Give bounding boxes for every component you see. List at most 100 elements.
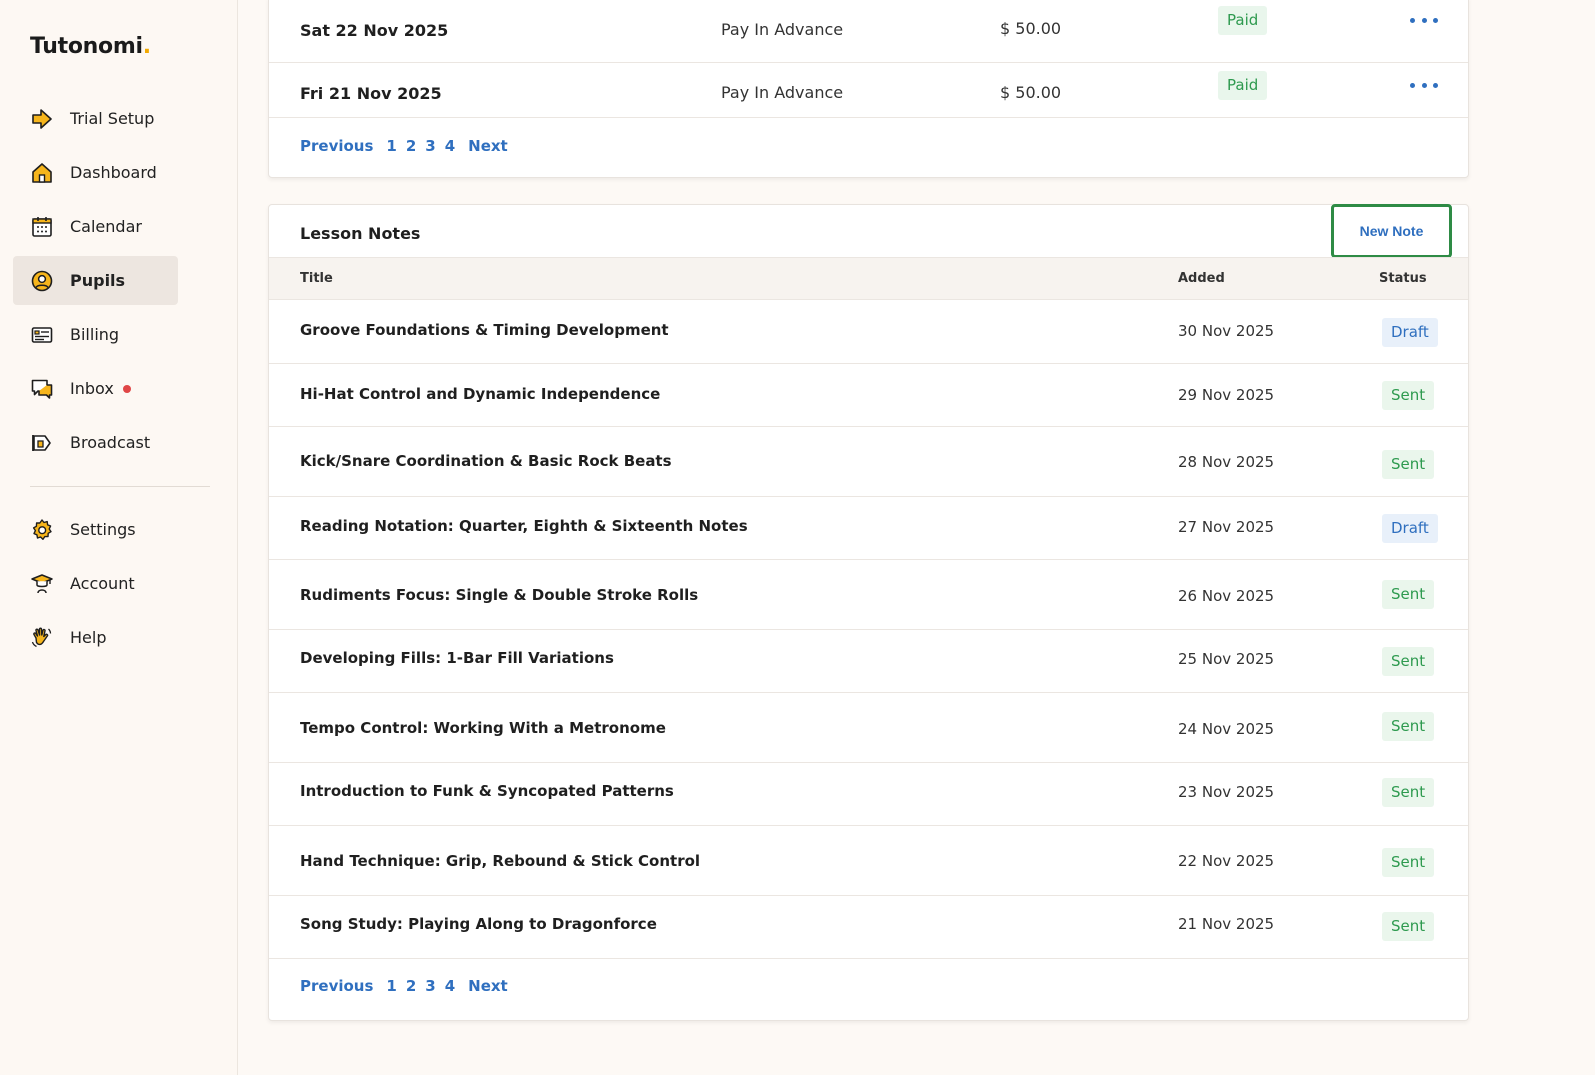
sidebar-item-label-wrap: Inbox — [70, 379, 131, 398]
note-title[interactable]: Hand Technique: Grip, Rebound & Stick Co… — [300, 852, 700, 870]
pagination-page[interactable]: 4 — [445, 137, 455, 155]
sidebar-item-label: Calendar — [70, 217, 142, 236]
note-title[interactable]: Groove Foundations & Timing Development — [300, 321, 669, 339]
dot-icon — [1410, 17, 1415, 23]
payment-type: Pay In Advance — [721, 83, 844, 102]
column-header-added[interactable]: Added — [1178, 271, 1225, 286]
note-date: 24 Nov 2025 — [1178, 720, 1275, 738]
table-row[interactable]: Developing Fills: 1-Bar Fill Variations … — [269, 630, 1468, 693]
sidebar-item-account[interactable]: Account — [13, 559, 178, 608]
home-icon — [30, 161, 54, 185]
more-options-button[interactable] — [1410, 75, 1438, 95]
note-date: 23 Nov 2025 — [1178, 783, 1275, 801]
unread-indicator-dot — [122, 384, 131, 393]
sidebar-item-label: Trial Setup — [70, 109, 155, 128]
column-header-status[interactable]: Status — [1379, 271, 1427, 286]
table-row: Fri 21 Nov 2025 Pay In Advance $ 50.00 P… — [269, 54, 1468, 118]
status-badge: Sent — [1382, 381, 1435, 410]
pagination-page[interactable]: 1 — [386, 977, 396, 995]
pagination-next[interactable]: Next — [468, 137, 508, 155]
table-row[interactable]: Groove Foundations & Timing Development … — [269, 300, 1468, 364]
status-badge: Sent — [1382, 712, 1435, 741]
table-row[interactable]: Rudiments Focus: Single & Double Stroke … — [269, 560, 1468, 630]
column-header-title[interactable]: Title — [300, 271, 333, 286]
table-row[interactable]: Song Study: Playing Along to Dragonforce… — [269, 896, 1468, 959]
payment-amount: $ 50.00 — [1000, 19, 1062, 38]
note-title[interactable]: Rudiments Focus: Single & Double Stroke … — [300, 586, 698, 604]
payments-pagination: Previous 1 2 3 4 Next — [300, 137, 508, 155]
new-note-button[interactable]: New Note — [1331, 204, 1452, 258]
hand-wave-icon — [30, 626, 54, 650]
sidebar-item-billing[interactable]: Billing — [13, 310, 178, 359]
table-row[interactable]: Introduction to Funk & Syncopated Patter… — [269, 763, 1468, 826]
table-row[interactable]: Tempo Control: Working With a Metronome … — [269, 693, 1468, 763]
sidebar-item-label: Broadcast — [70, 433, 151, 452]
note-date: 29 Nov 2025 — [1178, 386, 1275, 404]
sidebar-item-label: Settings — [70, 520, 136, 539]
pagination-page[interactable]: 2 — [406, 977, 416, 995]
dot-icon — [1410, 82, 1415, 88]
payment-date: Fri 21 Nov 2025 — [300, 84, 442, 103]
more-options-button[interactable] — [1410, 10, 1438, 30]
note-title[interactable]: Song Study: Playing Along to Dragonforce — [300, 915, 657, 933]
gear-icon — [30, 518, 54, 542]
app-logo[interactable]: Tutonomi. — [30, 34, 151, 59]
arrow-right-icon — [30, 107, 54, 131]
note-date: 28 Nov 2025 — [1178, 453, 1275, 471]
status-badge: Sent — [1382, 848, 1435, 877]
table-row[interactable]: Kick/Snare Coordination & Basic Rock Bea… — [269, 427, 1468, 497]
sidebar-item-inbox[interactable]: Inbox — [13, 364, 178, 413]
calendar-icon — [30, 215, 54, 239]
section-title: Lesson Notes — [300, 224, 421, 243]
payment-amount: $ 50.00 — [1000, 83, 1062, 102]
note-title[interactable]: Kick/Snare Coordination & Basic Rock Bea… — [300, 452, 672, 470]
sidebar-item-trial-setup[interactable]: Trial Setup — [13, 94, 178, 143]
status-badge: Paid — [1218, 71, 1268, 100]
note-title[interactable]: Introduction to Funk & Syncopated Patter… — [300, 782, 674, 800]
pagination-page[interactable]: 4 — [445, 977, 455, 995]
payment-date: Sat 22 Nov 2025 — [300, 21, 449, 40]
brand-name: Tutonomi — [30, 34, 143, 59]
table-row[interactable]: Hi-Hat Control and Dynamic Independence … — [269, 364, 1468, 427]
pagination-page[interactable]: 3 — [425, 137, 435, 155]
sidebar-item-broadcast[interactable]: Broadcast — [13, 418, 178, 467]
note-title[interactable]: Tempo Control: Working With a Metronome — [300, 719, 666, 737]
table-row[interactable]: Hand Technique: Grip, Rebound & Stick Co… — [269, 826, 1468, 896]
pagination-previous[interactable]: Previous — [300, 977, 373, 995]
note-title[interactable]: Hi-Hat Control and Dynamic Independence — [300, 385, 660, 403]
pagination-page[interactable]: 3 — [425, 977, 435, 995]
sidebar-item-label: Help — [70, 628, 107, 647]
dot-icon — [1421, 17, 1427, 23]
status-badge: Draft — [1382, 318, 1438, 347]
note-title[interactable]: Developing Fills: 1-Bar Fill Variations — [300, 649, 614, 667]
note-date: 26 Nov 2025 — [1178, 587, 1275, 605]
status-badge: Draft — [1382, 514, 1438, 543]
sidebar-item-dashboard[interactable]: Dashboard — [13, 148, 178, 197]
note-date: 25 Nov 2025 — [1178, 650, 1275, 668]
status-badge: Sent — [1382, 647, 1435, 676]
pagination-previous[interactable]: Previous — [300, 137, 373, 155]
sidebar-item-calendar[interactable]: Calendar — [13, 202, 178, 251]
pagination-page[interactable]: 2 — [406, 137, 416, 155]
table-header: Title Added Status — [269, 257, 1468, 300]
sidebar-item-label: Dashboard — [70, 163, 157, 182]
pagination-page[interactable]: 1 — [386, 137, 396, 155]
status-badge: Sent — [1382, 450, 1435, 479]
table-row[interactable]: Reading Notation: Quarter, Eighth & Sixt… — [269, 497, 1468, 560]
dot-icon — [1433, 17, 1438, 23]
note-date: 21 Nov 2025 — [1178, 915, 1275, 933]
sidebar-divider — [30, 486, 210, 487]
notes-pagination: Previous 1 2 3 4 Next — [300, 977, 508, 995]
sidebar-item-pupils[interactable]: Pupils — [13, 256, 178, 305]
pagination-next[interactable]: Next — [468, 977, 508, 995]
status-badge: Sent — [1382, 580, 1435, 609]
note-title[interactable]: Reading Notation: Quarter, Eighth & Sixt… — [300, 517, 748, 535]
payment-type: Pay In Advance — [721, 20, 844, 39]
sidebar: Tutonomi. Trial Setup Dashboard Calendar… — [0, 0, 238, 1075]
status-badge: Paid — [1218, 6, 1268, 35]
sidebar-item-settings[interactable]: Settings — [13, 505, 178, 554]
sidebar-item-help[interactable]: Help — [13, 613, 178, 662]
chat-icon — [30, 377, 54, 401]
sidebar-item-label: Billing — [70, 325, 120, 344]
billing-icon — [30, 323, 54, 347]
